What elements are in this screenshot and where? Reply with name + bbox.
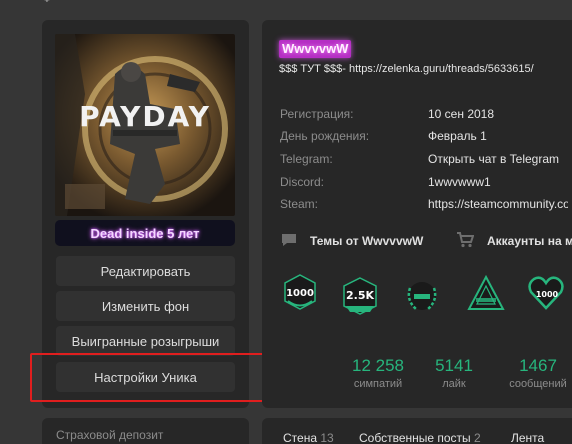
telegram-chat-link[interactable]: Открыть чат в Telegram <box>428 152 559 166</box>
svg-text:PAYDAY: PAYDAY <box>79 100 211 133</box>
info-value-registration: 10 сен 2018 <box>428 107 495 121</box>
tab-own-posts-label: Собственные посты <box>359 431 471 444</box>
stat-messages-label: сообщений <box>509 378 567 390</box>
stat-messages-value: 1467 <box>519 356 557 375</box>
achievement-2-5k-icon[interactable]: 2.5K <box>340 276 380 316</box>
profile-info-card <box>262 20 572 408</box>
achievement-5-text: 1000 <box>536 290 559 299</box>
highlight-box <box>30 353 265 402</box>
tab-wall-label: Стена <box>283 431 318 444</box>
info-label-discord: Discord: <box>280 175 325 189</box>
info-value-birthday: Февраль 1 <box>428 129 487 143</box>
cart-icon <box>456 232 475 253</box>
info-label-steam: Steam: <box>280 197 319 211</box>
change-background-button[interactable]: Изменить фон <box>56 291 235 321</box>
stat-likes-value: 12 258 <box>352 356 404 375</box>
achievement-triangle-icon[interactable] <box>466 274 506 314</box>
insurance-deposit-label[interactable]: Страховой депозит <box>56 428 163 442</box>
won-giveaways-button[interactable]: Выигранные розыгрыши <box>56 326 235 356</box>
achievement-heart-1000-icon[interactable]: 1000 <box>526 272 566 312</box>
stat-like-value: 5141 <box>435 356 473 375</box>
achievement-1-text: 1000 <box>286 288 314 299</box>
tab-own-posts-count: 2 <box>474 431 481 444</box>
achievement-2-text: 2.5K <box>346 289 374 302</box>
info-label-birthday: День рождения: <box>280 129 370 143</box>
username[interactable]: WwvvvwW <box>279 40 352 58</box>
stat-like-label: лайк <box>442 378 466 390</box>
avatar[interactable]: PAYDAY <box>55 34 235 216</box>
achievement-wreath-icon[interactable] <box>402 276 442 316</box>
stat-likes-label: симпатий <box>353 378 403 390</box>
info-label-registration: Регистрация: <box>280 107 354 121</box>
user-accounts-link[interactable]: Аккаунты на ма <box>487 234 572 248</box>
steam-profile-link[interactable]: https://steamcommunity.com <box>428 197 568 211</box>
tab-wall[interactable]: Стена 13 <box>283 431 334 444</box>
edit-profile-button[interactable]: Редактировать <box>56 256 235 286</box>
avatar-image: PAYDAY <box>55 34 235 216</box>
info-label-telegram: Telegram: <box>280 152 333 166</box>
tab-feed[interactable]: Лента <box>511 431 544 444</box>
user-status: $$$ ТУТ $$$- https://zelenka.guru/thread… <box>279 63 534 75</box>
tab-feed-label: Лента <box>511 431 545 444</box>
tab-own-posts[interactable]: Собственные посты 2 <box>359 431 481 444</box>
info-value-discord: 1wwvwww1 <box>428 175 491 189</box>
page-heading-stub: Ф <box>42 0 52 5</box>
tab-wall-count: 13 <box>320 431 334 444</box>
user-threads-link[interactable]: Темы от WwvvvwW <box>310 234 423 248</box>
achievement-1000-icon[interactable]: 1000 <box>280 272 320 312</box>
chat-bubble-icon <box>281 233 297 252</box>
avatar-title-banner: Dead inside 5 лет <box>55 220 235 246</box>
